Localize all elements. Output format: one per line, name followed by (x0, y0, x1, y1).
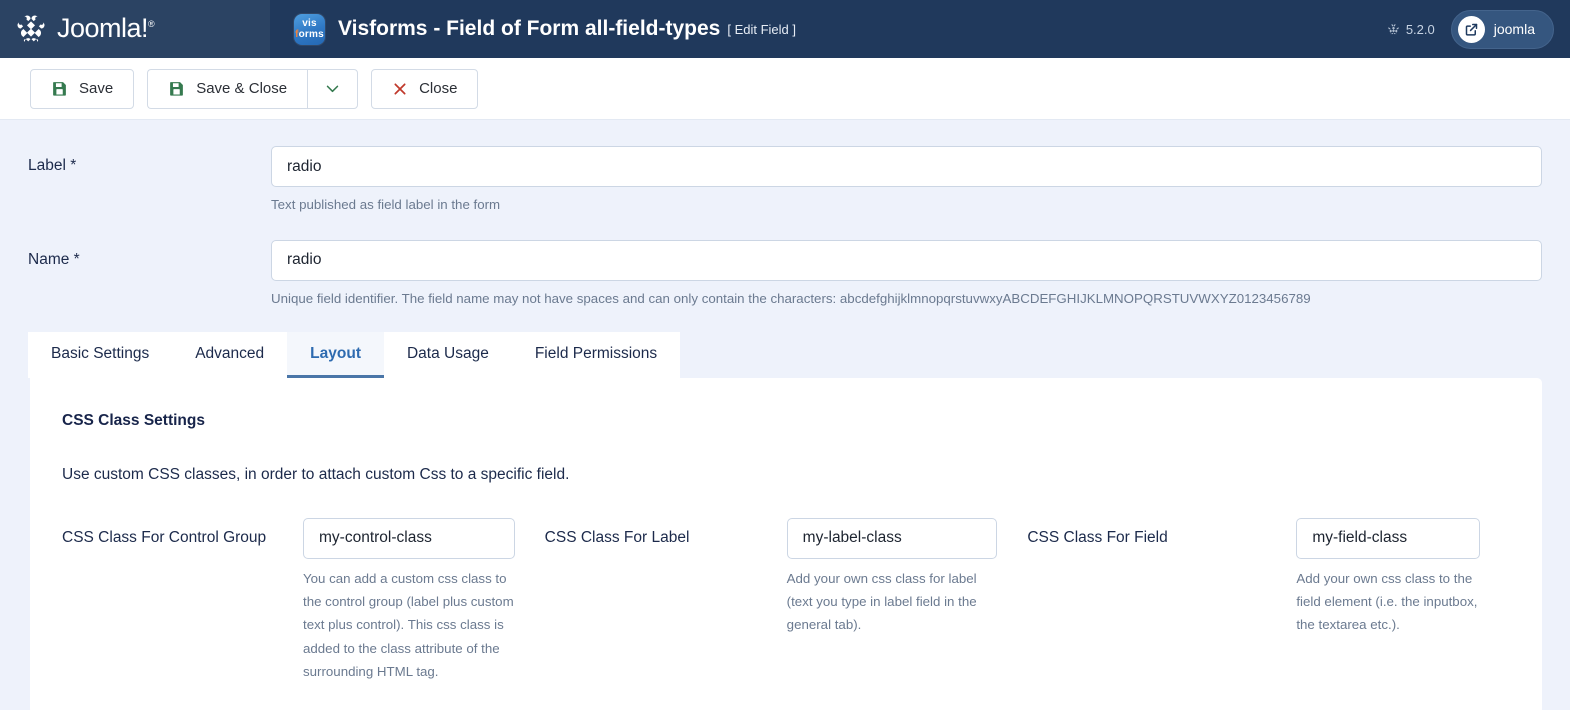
css-class-column: CSS Class For Field Add your own css clas… (1027, 517, 1510, 683)
label-field-label: Label * (28, 157, 77, 174)
version-number: 5.2.0 (1405, 21, 1435, 37)
css-class-label: CSS Class For Label (544, 528, 690, 546)
site-link-button[interactable]: joomla (1450, 9, 1554, 49)
admin-header: Joomla!® vis forms Visforms - Field of F… (0, 0, 1570, 58)
tab-label: Layout (310, 344, 361, 362)
version-badge: 5.2.0 (1387, 22, 1435, 37)
tab-data-usage[interactable]: Data Usage (383, 331, 512, 378)
joomla-logo-icon (14, 12, 48, 46)
page-subtitle: [ Edit Field ] (727, 21, 796, 37)
label-field-help: Text published as field label in the for… (271, 197, 501, 212)
joomla-wordmark: Joomla!® (57, 12, 155, 43)
tab-label: Field Permissions (534, 344, 658, 362)
brand-area: Joomla!® (0, 0, 270, 58)
chevron-down-icon (324, 80, 341, 97)
css-class-help: Add your own css class to the field elem… (1296, 570, 1478, 633)
external-link-icon (1457, 15, 1485, 43)
save-button-label: Save (79, 80, 114, 97)
save-and-close-split-button: Save & Close (147, 68, 359, 109)
tab-advanced[interactable]: Advanced (172, 331, 288, 378)
settings-tabs: Basic Settings Advanced Layout Data Usage Fi… (0, 331, 1570, 378)
joomla-logo-link[interactable]: Joomla!® (14, 12, 155, 46)
css-class-column: CSS Class For Control Group You can add a… (62, 517, 545, 683)
panel-title: CSS Class Settings (62, 411, 205, 429)
css-class-input[interactable] (786, 517, 998, 559)
css-class-help: Add your own css class for label (text y… (786, 570, 977, 633)
css-class-label: CSS Class For Field (1027, 528, 1168, 546)
visforms-logo-icon: vis forms (294, 13, 325, 45)
name-field-row: Name * Unique field identifier. The fiel… (0, 214, 1570, 308)
close-button[interactable]: Close (371, 68, 479, 109)
css-class-label: CSS Class For Control Group (62, 528, 267, 546)
save-and-close-button-label: Save & Close (196, 80, 288, 97)
page-title: Visforms - Field of Form all-field-types (338, 17, 721, 40)
tab-label: Advanced (195, 344, 265, 362)
css-class-input[interactable] (1296, 517, 1481, 559)
site-link-label: joomla (1493, 21, 1535, 37)
close-button-label: Close (419, 80, 458, 97)
tab-basic-settings[interactable]: Basic Settings (28, 331, 173, 378)
floppy-disk-icon (51, 80, 68, 97)
label-input[interactable] (271, 146, 1542, 187)
tab-field-permissions[interactable]: Field Permissions (511, 331, 681, 378)
save-and-close-button[interactable]: Save & Close (147, 68, 308, 109)
tab-label: Data Usage (406, 344, 489, 362)
css-class-help: You can add a custom css class to the co… (303, 570, 514, 679)
css-class-column: CSS Class For Label Add your own css clas… (544, 517, 1028, 683)
name-input[interactable] (271, 239, 1542, 281)
label-field-row: Label * Text published as field label in… (0, 120, 1570, 214)
edit-field-form: Label * Text published as field label in… (0, 120, 1570, 710)
editor-toolbar: Save Save & Close Close (0, 58, 1570, 120)
panel-description: Use custom CSS classes, in order to atta… (62, 465, 570, 483)
floppy-disk-icon (168, 80, 185, 97)
header-right-area: 5.2.0 joomla (1386, 0, 1570, 58)
css-class-input[interactable] (303, 517, 515, 559)
header-title-area: vis forms Visforms - Field of Form all-f… (270, 0, 1387, 58)
save-options-dropdown-toggle[interactable] (307, 68, 359, 109)
tab-label: Basic Settings (51, 344, 150, 362)
joomla-mark-icon (1387, 23, 1400, 36)
css-class-settings-grid: CSS Class For Control Group You can add a… (62, 517, 1510, 683)
layout-tab-panel: CSS Class Settings Use custom CSS classe… (30, 377, 1542, 710)
tab-layout[interactable]: Layout (287, 331, 384, 378)
save-button[interactable]: Save (30, 68, 135, 109)
x-icon (392, 81, 408, 97)
name-field-help: Unique field identifier. The field name … (271, 290, 1311, 306)
name-field-label: Name * (28, 250, 80, 268)
